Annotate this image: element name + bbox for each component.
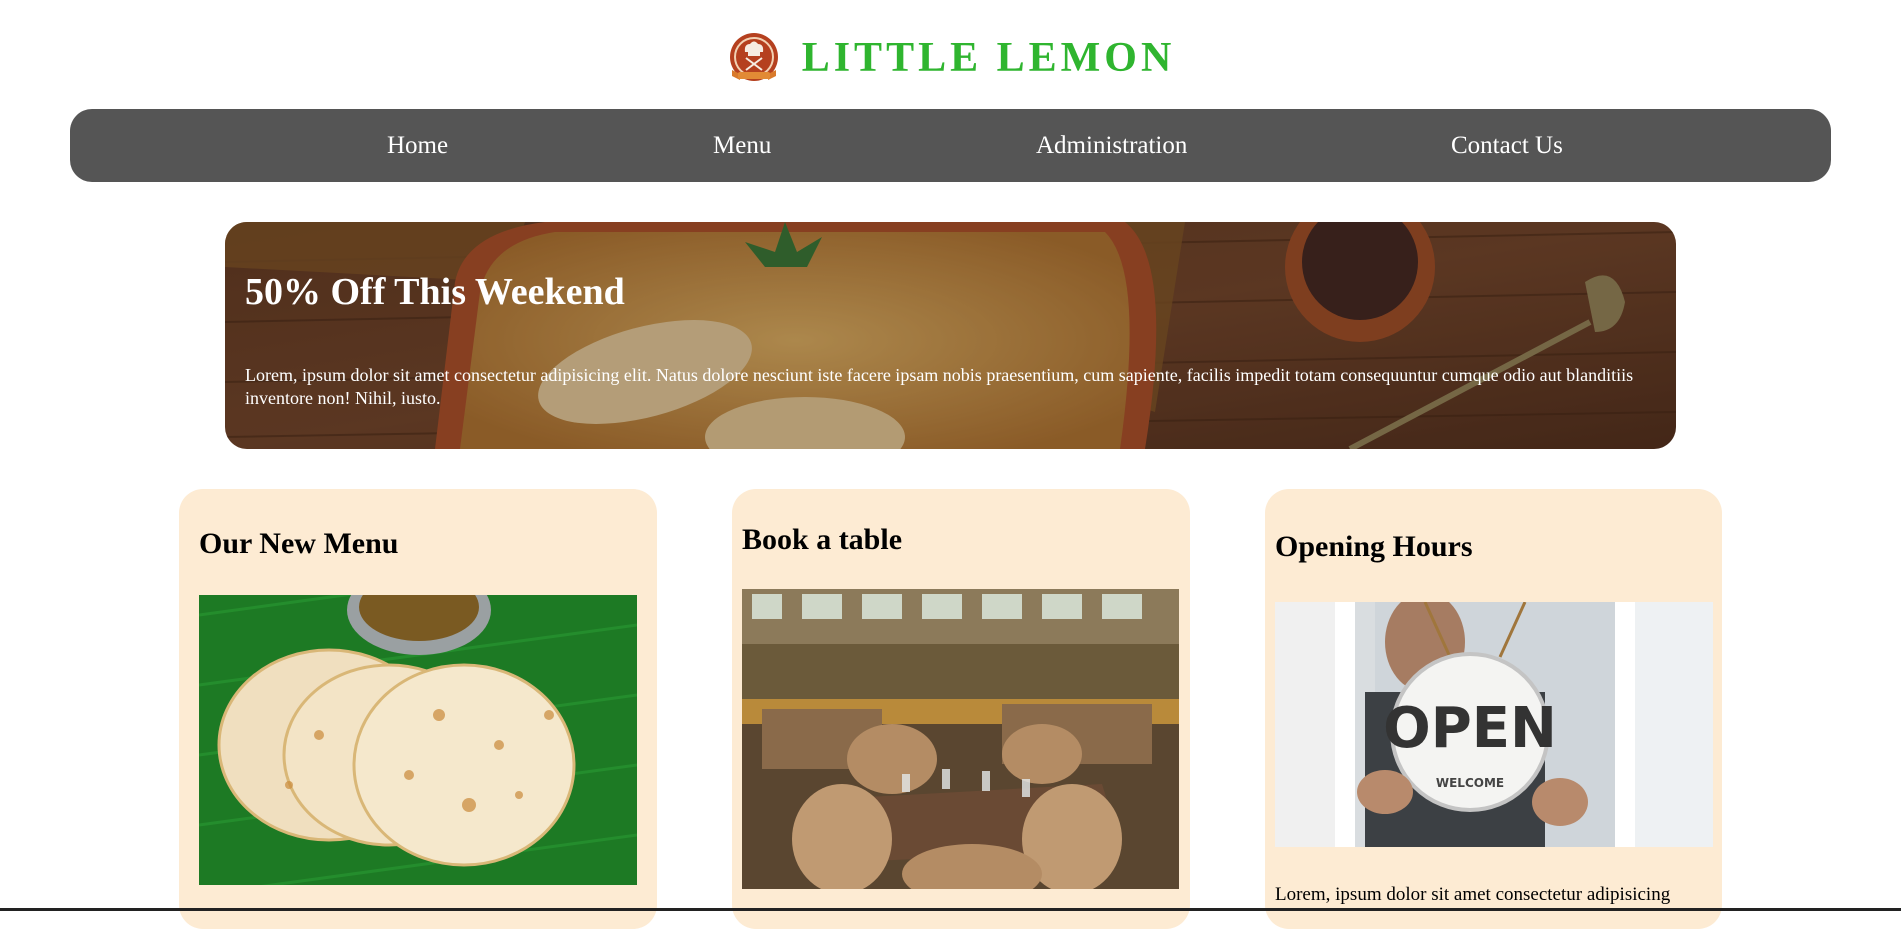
card-title: Book a table bbox=[742, 523, 903, 556]
new-menu-card[interactable]: Our New Menu bbox=[179, 489, 657, 929]
banner-text: Lorem, ipsum dolor sit amet consectetur … bbox=[245, 365, 1634, 408]
open-sign-image: OPEN WELCOME bbox=[1275, 602, 1713, 847]
main-nav: Home Menu Administration Contact Us bbox=[70, 109, 1831, 182]
opening-hours-card[interactable]: Opening Hours OPEN WELCOME Lorem, ipsum … bbox=[1265, 489, 1722, 929]
nav-contact-link[interactable]: Contact Us bbox=[1451, 109, 1563, 182]
restaurant-interior-image bbox=[742, 589, 1179, 889]
chef-logo-icon bbox=[729, 33, 778, 81]
biryani-banner-image bbox=[225, 222, 1676, 449]
brand-title: LITTLE LEMON bbox=[801, 35, 1176, 81]
card-text: Lorem, ipsum dolor sit amet consectetur … bbox=[1275, 884, 1671, 905]
card-title: Our New Menu bbox=[199, 527, 399, 560]
svg-text:WELCOME: WELCOME bbox=[1436, 776, 1504, 790]
card-title: Opening Hours bbox=[1275, 530, 1473, 563]
brand-header: LITTLE LEMON bbox=[0, 30, 1901, 86]
parotta-dish-image bbox=[199, 595, 637, 885]
promo-banner: 50% Off This Weekend Lorem, ipsum dolor … bbox=[225, 222, 1676, 449]
banner-title: 50% Off This Weekend bbox=[245, 271, 625, 313]
nav-menu-link[interactable]: Menu bbox=[713, 109, 771, 182]
svg-text:OPEN: OPEN bbox=[1383, 696, 1557, 761]
book-table-card[interactable]: Book a table bbox=[732, 489, 1190, 929]
nav-home-link[interactable]: Home bbox=[387, 109, 448, 182]
nav-administration-link[interactable]: Administration bbox=[1036, 109, 1187, 182]
